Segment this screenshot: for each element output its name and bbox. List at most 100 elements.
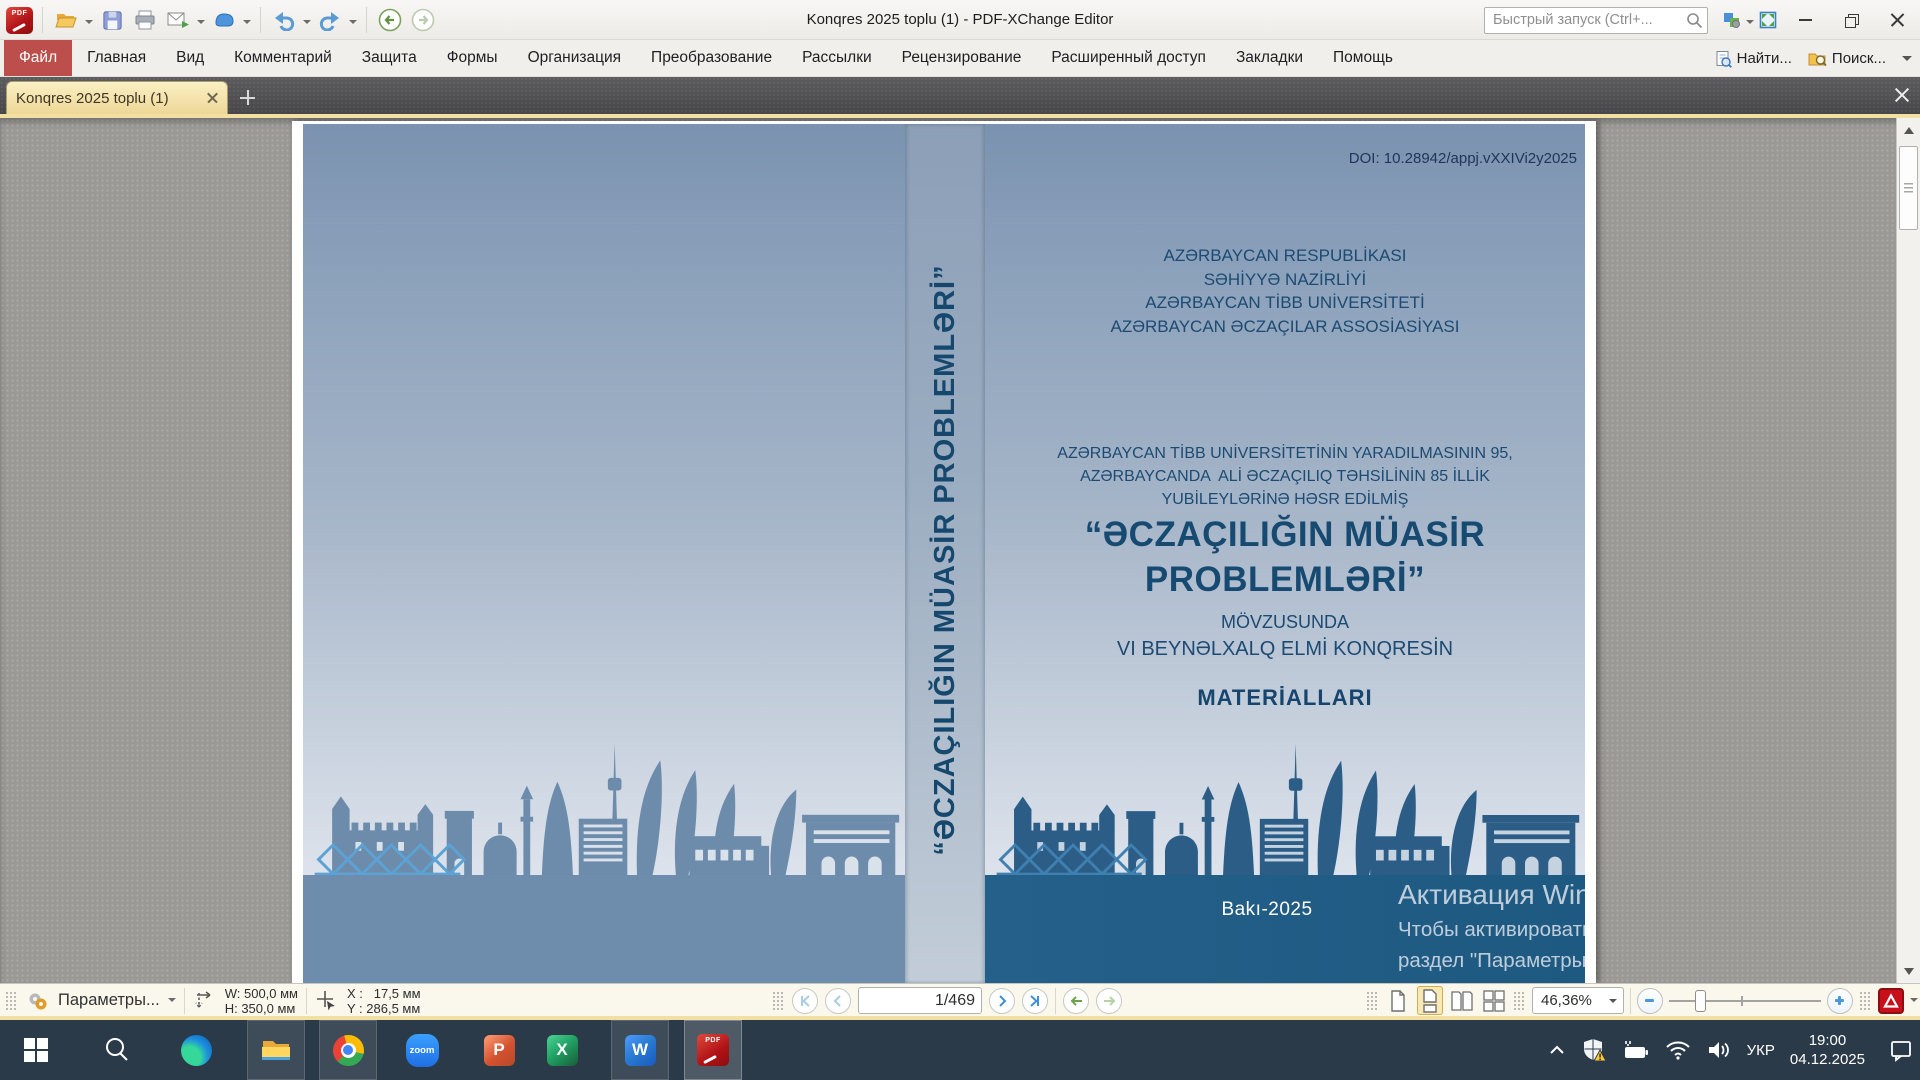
ui-options-caret[interactable] bbox=[1746, 20, 1754, 28]
open-file-button[interactable] bbox=[52, 6, 80, 34]
taskbar-search-button[interactable] bbox=[93, 1020, 141, 1080]
taskbar-excel-button[interactable]: X bbox=[538, 1020, 586, 1080]
scroll-up-button[interactable] bbox=[1897, 118, 1920, 142]
menu-help[interactable]: Помощь bbox=[1318, 40, 1408, 76]
scrollbar-thumb[interactable] bbox=[1899, 146, 1918, 230]
two-page-icon bbox=[1450, 989, 1474, 1013]
email-button[interactable] bbox=[164, 6, 192, 34]
taskbar-explorer-button[interactable] bbox=[247, 1020, 305, 1080]
menubar-chevron-icon[interactable] bbox=[1902, 56, 1912, 66]
restore-button[interactable] bbox=[1828, 0, 1874, 40]
share-button[interactable] bbox=[210, 6, 238, 34]
acrobat-caret[interactable] bbox=[1910, 998, 1918, 1006]
tab-close-icon[interactable] bbox=[207, 93, 218, 104]
previous-view-button-status[interactable] bbox=[1063, 988, 1089, 1014]
defender-shield-icon[interactable] bbox=[1581, 1037, 1607, 1063]
wifi-icon[interactable] bbox=[1665, 1039, 1691, 1061]
vertical-scrollbar[interactable] bbox=[1896, 118, 1920, 983]
grip-handle[interactable] bbox=[5, 991, 18, 1011]
dedication-line: AZƏRBAYCANDA ALİ ƏCZAÇILIQ TƏHSİLİNİN 85… bbox=[985, 465, 1585, 488]
menu-organize[interactable]: Организация bbox=[513, 40, 636, 76]
baku-skyline-front bbox=[985, 717, 1585, 875]
next-page-button[interactable] bbox=[989, 988, 1015, 1014]
volume-icon[interactable] bbox=[1706, 1039, 1732, 1061]
next-view-button[interactable] bbox=[409, 6, 437, 34]
close-document-button[interactable] bbox=[1894, 87, 1910, 103]
org-line: AZƏRBAYCAN ƏCZAÇILAR ASSOSİASİYASI bbox=[985, 315, 1585, 339]
menu-comment[interactable]: Комментарий bbox=[219, 40, 347, 76]
watermark-line: Чтобы активировать bbox=[1398, 914, 1585, 945]
previous-view-button[interactable] bbox=[376, 6, 404, 34]
grip-handle[interactable] bbox=[1366, 991, 1379, 1011]
tray-date: 04.12.2025 bbox=[1790, 1050, 1865, 1069]
organizations-block: AZƏRBAYCAN RESPUBLİKASI SƏHİYYƏ NAZİRLİY… bbox=[985, 244, 1585, 338]
battery-charging-icon[interactable] bbox=[1622, 1039, 1650, 1061]
minimize-button[interactable] bbox=[1782, 0, 1828, 40]
single-page-layout-button[interactable] bbox=[1385, 986, 1411, 1015]
last-page-button[interactable] bbox=[1022, 988, 1048, 1014]
menu-protect[interactable]: Защита bbox=[347, 40, 432, 76]
previous-page-button[interactable] bbox=[825, 988, 851, 1014]
menu-mailings[interactable]: Рассылки bbox=[787, 40, 887, 76]
taskbar-zoom-button[interactable]: zoom bbox=[398, 1020, 446, 1080]
next-view-button-status[interactable] bbox=[1096, 988, 1122, 1014]
close-button[interactable] bbox=[1874, 0, 1920, 40]
two-page-layout-button[interactable] bbox=[1449, 986, 1475, 1015]
print-button[interactable] bbox=[131, 6, 159, 34]
taskbar-chrome-button[interactable] bbox=[319, 1020, 377, 1080]
taskbar-pdf-xchange-button[interactable]: PDF bbox=[684, 1020, 742, 1080]
document-workspace[interactable]: “ƏCZAÇILIĞIN MÜASİR PROBLEMLƏRİ” DOI: 10… bbox=[0, 118, 1920, 983]
save-button[interactable] bbox=[98, 6, 126, 34]
quick-launch-search[interactable] bbox=[1484, 7, 1708, 34]
find-button[interactable]: Найти... bbox=[1715, 50, 1792, 68]
language-indicator[interactable]: УКР bbox=[1747, 1042, 1775, 1059]
taskbar-powerpoint-button[interactable]: P bbox=[475, 1020, 523, 1080]
zoom-level-dropdown[interactable]: 46,36% bbox=[1532, 987, 1624, 1014]
redo-dropdown-caret[interactable] bbox=[349, 20, 357, 28]
taskbar-edge-button[interactable] bbox=[172, 1020, 220, 1080]
email-envelope-icon bbox=[166, 8, 191, 32]
zoom-in-button[interactable] bbox=[1827, 988, 1853, 1014]
menu-home[interactable]: Главная bbox=[72, 40, 161, 76]
fullscreen-button[interactable] bbox=[1754, 6, 1782, 34]
options-button[interactable]: Параметры... bbox=[58, 991, 160, 1010]
menu-review[interactable]: Рецензирование bbox=[887, 40, 1037, 76]
undo-button[interactable] bbox=[270, 6, 298, 34]
menu-forms[interactable]: Формы bbox=[432, 40, 513, 76]
menu-bookmarks[interactable]: Закладки bbox=[1221, 40, 1318, 76]
page-number-field[interactable]: 1 /469 bbox=[858, 987, 982, 1014]
ui-options-button[interactable] bbox=[1718, 6, 1746, 34]
menu-file[interactable]: Файл bbox=[4, 40, 72, 76]
zoom-caret-icon bbox=[1609, 999, 1617, 1007]
document-tab[interactable]: Konqres 2025 toplu (1) bbox=[6, 81, 228, 114]
zoom-out-button[interactable] bbox=[1637, 988, 1663, 1014]
grip-handle[interactable] bbox=[772, 991, 785, 1011]
tray-chevron-up-icon[interactable] bbox=[1548, 1043, 1566, 1057]
options-caret[interactable] bbox=[168, 998, 176, 1006]
grid-layout-button[interactable] bbox=[1481, 986, 1507, 1015]
taskbar-word-button[interactable]: W bbox=[611, 1020, 669, 1080]
open-dropdown-caret[interactable] bbox=[85, 20, 93, 28]
open-in-acrobat-button[interactable] bbox=[1878, 988, 1904, 1014]
pdf-page[interactable]: “ƏCZAÇILIĞIN MÜASİR PROBLEMLƏRİ” DOI: 10… bbox=[292, 121, 1596, 983]
zoom-slider[interactable] bbox=[1669, 988, 1821, 1014]
search-files-button[interactable]: Поиск... bbox=[1808, 50, 1886, 67]
menu-accessibility[interactable]: Расширенный доступ bbox=[1036, 40, 1221, 76]
menu-convert[interactable]: Преобразование bbox=[636, 40, 787, 76]
clock[interactable]: 19:00 04.12.2025 bbox=[1790, 1031, 1865, 1069]
quick-launch-input[interactable] bbox=[1484, 7, 1708, 34]
email-dropdown-caret[interactable] bbox=[197, 20, 205, 28]
action-center-icon[interactable] bbox=[1888, 1037, 1914, 1063]
grip-handle[interactable] bbox=[1513, 991, 1526, 1011]
slider-thumb[interactable] bbox=[1695, 990, 1706, 1012]
undo-dropdown-caret[interactable] bbox=[303, 20, 311, 28]
first-page-button[interactable] bbox=[792, 988, 818, 1014]
redo-button[interactable] bbox=[316, 6, 344, 34]
new-tab-button[interactable] bbox=[238, 88, 257, 107]
continuous-layout-button-active[interactable] bbox=[1417, 986, 1443, 1015]
scroll-down-button[interactable] bbox=[1897, 959, 1920, 983]
grip-handle[interactable] bbox=[1859, 991, 1872, 1011]
share-dropdown-caret[interactable] bbox=[243, 20, 251, 28]
start-button[interactable] bbox=[12, 1020, 60, 1080]
menu-view[interactable]: Вид bbox=[161, 40, 219, 76]
